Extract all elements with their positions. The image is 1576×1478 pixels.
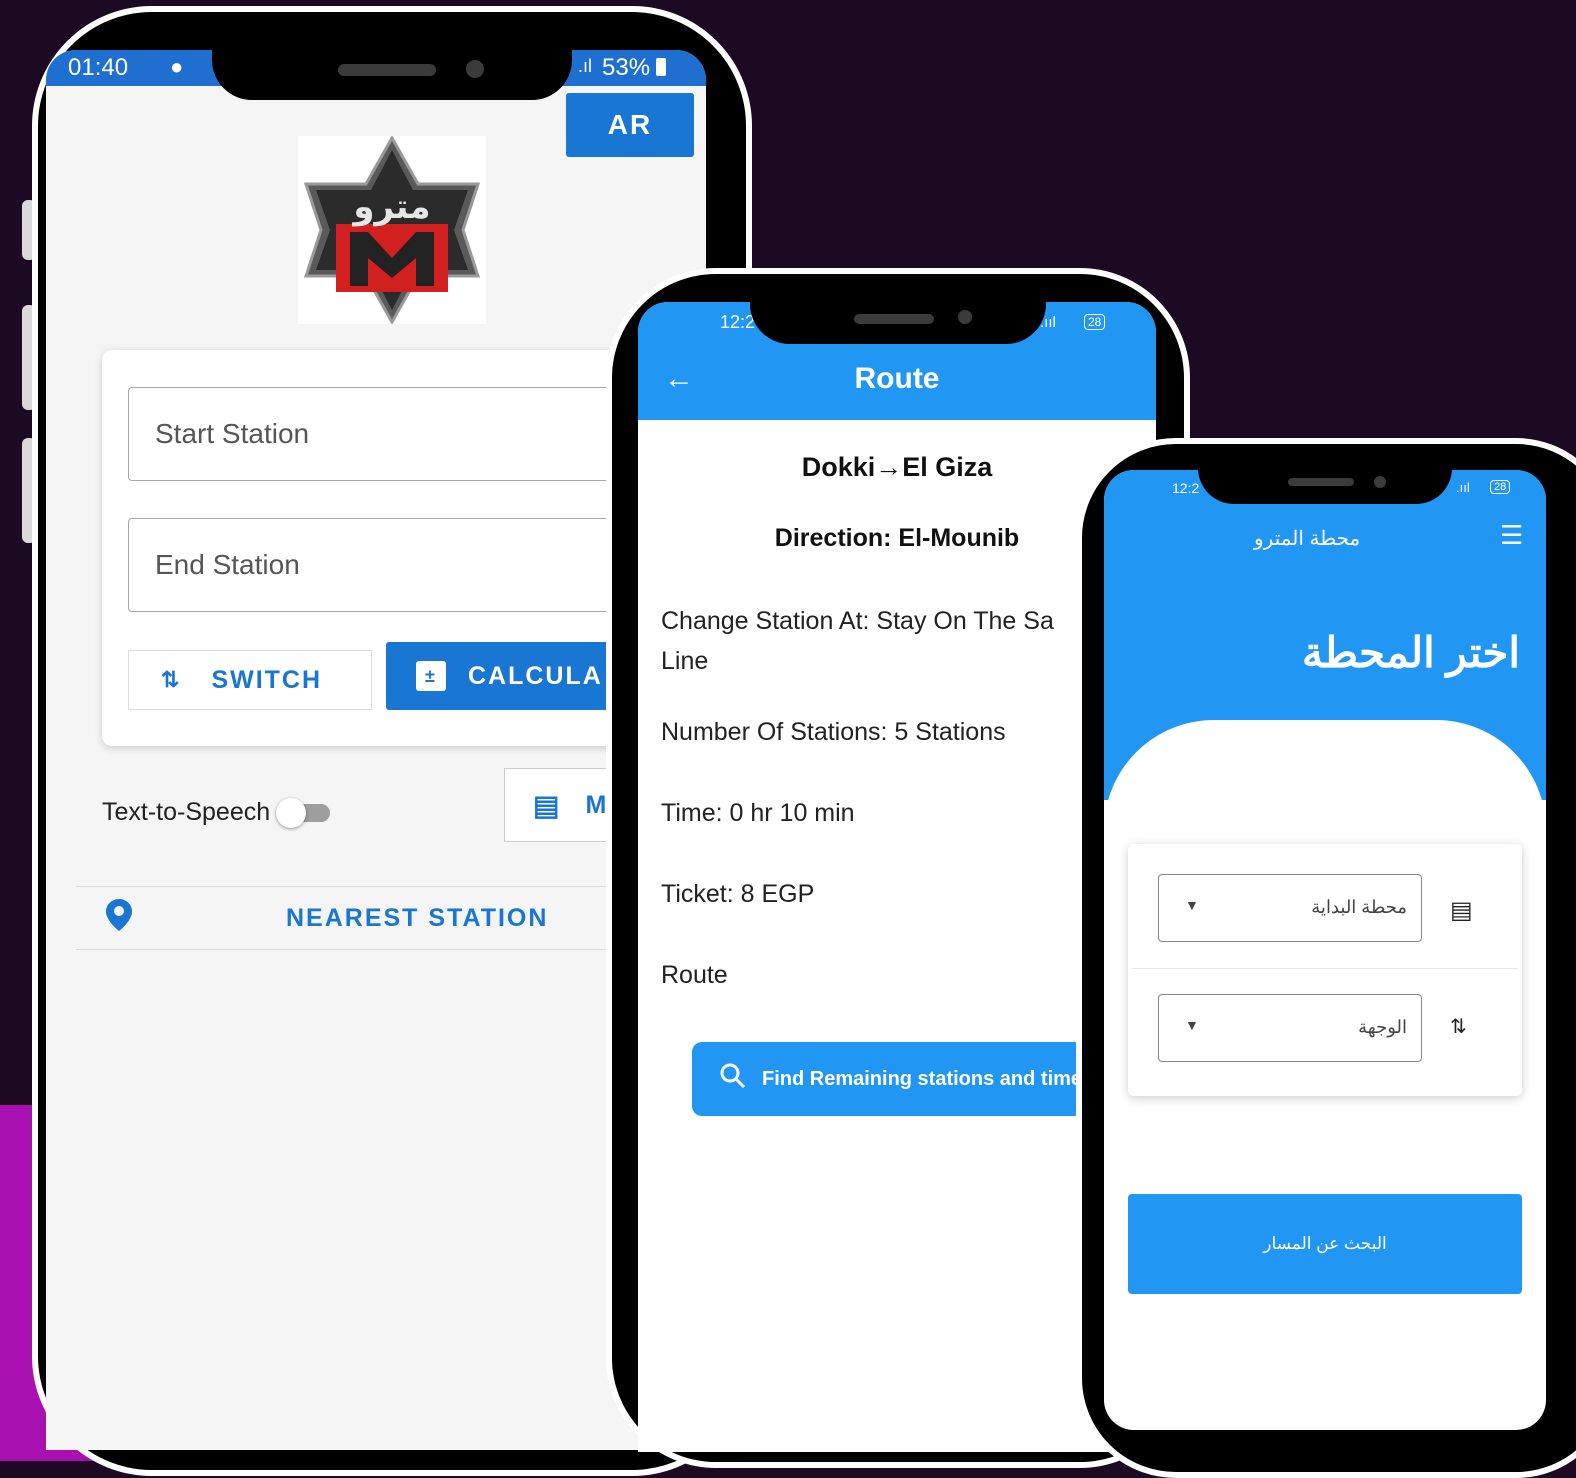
- metro-logo: مترو: [298, 134, 486, 326]
- map-label: M: [585, 790, 607, 819]
- page-title: Route: [854, 362, 940, 395]
- location-pin-icon: [106, 898, 132, 938]
- switch-label: SWITCH: [211, 665, 323, 694]
- find-remaining-label: Find Remaining stations and time: [762, 1067, 1083, 1090]
- swap-icon: ⇅: [161, 667, 182, 692]
- svg-text:مترو: مترو: [351, 187, 430, 227]
- dropdown-arrow-icon: ▼: [1185, 897, 1199, 913]
- menu-icon[interactable]: ☰: [1500, 520, 1523, 551]
- battery-level: 28: [1490, 480, 1511, 494]
- search-icon: [720, 1063, 746, 1095]
- signal-icon: .ııl: [1456, 480, 1470, 495]
- app-title: محطة المترو: [1254, 528, 1361, 550]
- search-route-label: البحث عن المسار: [1263, 1234, 1387, 1253]
- travel-time: Time: 0 hr 10 min: [661, 799, 855, 827]
- find-remaining-button[interactable]: Find Remaining stations and time: [692, 1042, 1122, 1116]
- status-time: 01:40: [68, 54, 129, 81]
- ticket-price: Ticket: 8 EGP: [661, 880, 815, 908]
- notch-1: [212, 40, 572, 100]
- switch-button[interactable]: ⇅ SWITCH: [128, 650, 372, 710]
- route-label: Route: [661, 961, 728, 989]
- calculator-icon: ±: [416, 661, 446, 691]
- change-station-text-cont: Line: [661, 647, 709, 675]
- nearest-station-label: NEAREST STATION: [286, 903, 549, 932]
- signal-icon: .ıl: [578, 56, 593, 76]
- search-route-button[interactable]: البحث عن المسار: [1128, 1194, 1522, 1294]
- battery-icon: [656, 58, 666, 76]
- screen-3: 12:2 .ııl 28 محطة المترو ☰ اختر المحطة ▼…: [1104, 470, 1546, 1430]
- map-icon[interactable]: ▤: [1450, 896, 1473, 925]
- notification-icon: ●: [170, 54, 184, 79]
- battery-level: 28: [1084, 314, 1106, 330]
- map-icon: ▤: [533, 789, 560, 821]
- metro-logo-icon: مترو: [303, 134, 481, 326]
- station-select-card: ▼ محطة البداية ▤ ▼ الوجهة ⇅: [1128, 844, 1522, 1096]
- status-time: 12:2: [1172, 480, 1200, 496]
- route-stations: Dokki→El Giza: [801, 452, 993, 482]
- battery-level: 53%: [602, 54, 651, 81]
- calculate-label: CALCULA: [468, 661, 603, 690]
- tts-toggle[interactable]: [276, 798, 330, 828]
- destination-select[interactable]: ▼ الوجهة: [1158, 994, 1422, 1062]
- swap-icon[interactable]: ⇅: [1450, 1014, 1467, 1039]
- heading: اختر المحطة: [1302, 629, 1520, 676]
- notch-3: [1198, 468, 1452, 504]
- language-button[interactable]: AR: [566, 93, 694, 157]
- tts-label: Text-to-Speech: [102, 798, 271, 826]
- status-time: 12:2: [720, 312, 756, 332]
- change-station-text: Change Station At: Stay On The Sa: [661, 607, 1054, 635]
- number-of-stations: Number Of Stations: 5 Stations: [661, 718, 1006, 746]
- start-station-value: محطة البداية: [1311, 897, 1407, 917]
- dropdown-arrow-icon: ▼: [1185, 1017, 1199, 1033]
- notch-2: [750, 300, 1046, 344]
- start-station-select[interactable]: ▼ محطة البداية: [1158, 874, 1422, 942]
- destination-value: الوجهة: [1358, 1017, 1407, 1037]
